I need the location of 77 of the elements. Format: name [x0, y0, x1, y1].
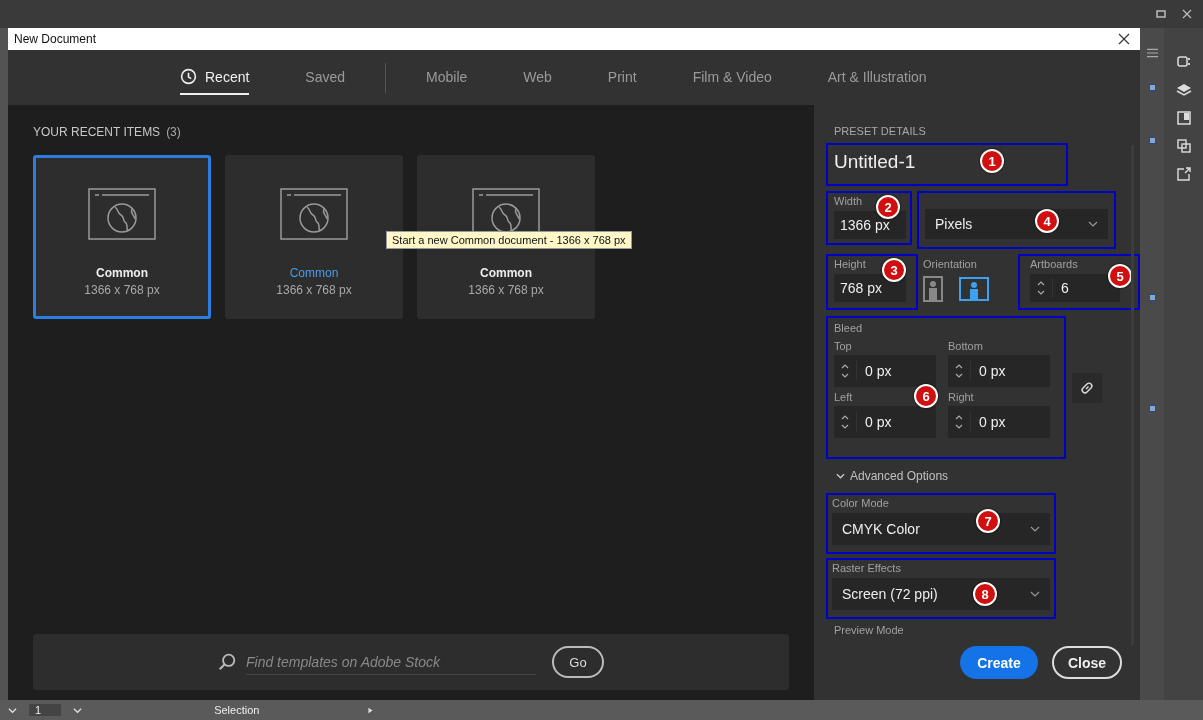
- close-icon[interactable]: [1181, 8, 1193, 20]
- maximize-icon[interactable]: [1155, 8, 1167, 20]
- clock-icon: [180, 68, 197, 85]
- item-count: (3): [166, 125, 181, 139]
- field-label: Height: [834, 258, 866, 270]
- category-tab[interactable]: Saved: [305, 60, 346, 95]
- export-icon[interactable]: [1175, 166, 1192, 182]
- caret-icon[interactable]: [73, 706, 83, 714]
- annotation-badge: 7: [976, 509, 1000, 533]
- landscape-orientation-icon[interactable]: [959, 277, 989, 301]
- selection-handle: [1148, 405, 1156, 412]
- current-tool-label: Selection: [214, 704, 261, 716]
- annotation-badge: 6: [914, 384, 938, 408]
- field-label: Top: [834, 340, 852, 352]
- selection-handle: [1148, 137, 1156, 144]
- chevron-down-icon: [1030, 591, 1040, 597]
- arrange-icon[interactable]: [1175, 138, 1192, 154]
- chevron-down-icon: [1030, 526, 1040, 532]
- field-label: Width: [834, 195, 863, 207]
- annotation-badge: 5: [1108, 264, 1132, 288]
- close-icon[interactable]: [1118, 33, 1130, 45]
- selection-handle: [1148, 294, 1156, 301]
- field-label: Left: [834, 391, 853, 403]
- document-name-field[interactable]: Untitled-1: [834, 149, 974, 175]
- create-button[interactable]: Create: [960, 646, 1038, 679]
- search-field[interactable]: Find templates on Adobe Stock: [246, 649, 536, 675]
- bleed-stepper[interactable]: 0 px: [834, 355, 936, 387]
- preset-card[interactable]: Common 1366 x 768 px: [33, 155, 211, 319]
- preset-size: 1366 x 768 px: [468, 283, 544, 297]
- field-label: Raster Effects: [832, 562, 901, 574]
- web-document-icon: [280, 188, 348, 240]
- page-number-field[interactable]: 1: [29, 704, 62, 716]
- annotation-badge: 3: [882, 258, 906, 282]
- preset-name: Common: [96, 266, 148, 280]
- preset-name: Common: [480, 266, 532, 280]
- field-label: Right: [948, 391, 974, 403]
- width-field[interactable]: 1366 px: [834, 211, 906, 239]
- category-tab[interactable]: Mobile: [426, 60, 468, 95]
- bleed-stepper[interactable]: 0 px: [948, 355, 1050, 387]
- chevron-down-icon: [1088, 221, 1098, 227]
- annotation-badge: 2: [876, 195, 900, 219]
- section-heading: YOUR RECENT ITEMS: [33, 125, 161, 139]
- section-heading: PRESET DETAILS: [834, 125, 927, 137]
- advanced-options-toggle[interactable]: Advanced Options: [836, 469, 1140, 483]
- category-tab[interactable]: Recent: [180, 60, 250, 95]
- tooltip: Start a new Common document - 1366 x 768 px: [386, 231, 632, 249]
- go-button[interactable]: Go: [552, 646, 604, 678]
- link-button[interactable]: [1072, 372, 1102, 403]
- field-label: Orientation: [923, 258, 977, 270]
- height-field[interactable]: 768 px: [834, 274, 906, 302]
- field-label: Preview Mode: [834, 624, 904, 634]
- category-tab[interactable]: Web: [523, 60, 552, 95]
- portrait-orientation-icon[interactable]: [923, 276, 943, 302]
- window-title: New Document: [14, 32, 98, 46]
- field-label: Bleed: [834, 322, 863, 334]
- bleed-stepper[interactable]: 0 px: [948, 406, 1050, 438]
- web-document-icon: [88, 188, 156, 240]
- close-button[interactable]: Close: [1052, 646, 1122, 679]
- selection-handle: [1148, 84, 1156, 91]
- preset-name: Common: [289, 266, 339, 280]
- preset-size: 1366 x 768 px: [84, 283, 160, 297]
- field-label: Bottom: [948, 340, 983, 352]
- category-tab[interactable]: Art & Illustration: [827, 60, 927, 95]
- field-label: Artboards: [1030, 258, 1078, 270]
- play-icon[interactable]: [366, 706, 376, 714]
- bleed-stepper[interactable]: 0 px: [834, 406, 936, 438]
- annotation-badge: 1: [980, 149, 1004, 173]
- search-icon: [218, 653, 236, 671]
- field-label: Color Mode: [832, 497, 889, 509]
- caret-icon[interactable]: [8, 706, 17, 714]
- category-tab[interactable]: Film & Video: [692, 60, 772, 95]
- artboards-icon[interactable]: [1175, 110, 1192, 126]
- layers-icon[interactable]: [1175, 82, 1192, 98]
- preset-size: 1366 x 768 px: [276, 283, 352, 297]
- menu-icon[interactable]: [1146, 48, 1158, 58]
- chevron-down-icon: [836, 473, 845, 479]
- category-tab[interactable]: Print: [607, 60, 637, 95]
